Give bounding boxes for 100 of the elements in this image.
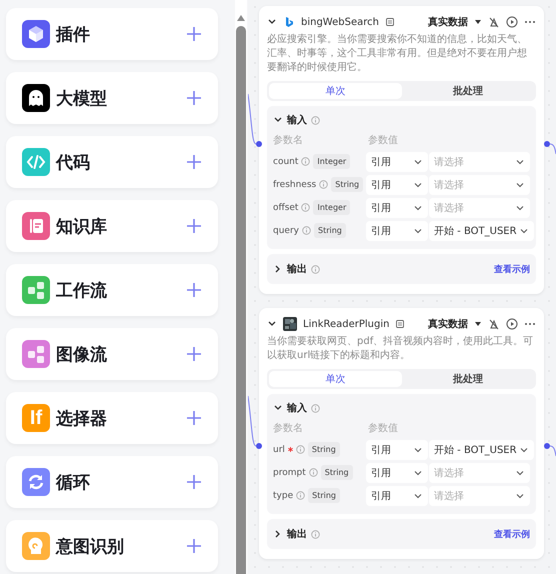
- node-type-card[interactable]: 插件: [6, 8, 218, 60]
- connection-line: [550, 446, 556, 456]
- data-source-dropdown[interactable]: 真实数据: [428, 15, 468, 29]
- if-icon: If: [22, 404, 50, 432]
- source-dropdown[interactable]: 引用: [366, 174, 428, 194]
- input-port[interactable]: [256, 443, 262, 449]
- info-icon: [301, 157, 310, 166]
- add-icon[interactable]: [186, 538, 202, 554]
- add-icon[interactable]: [186, 26, 202, 42]
- info-icon: [296, 491, 306, 500]
- add-icon[interactable]: [186, 90, 202, 106]
- info-icon: [308, 468, 318, 477]
- save-icon: [395, 319, 406, 329]
- info-icon: [301, 203, 310, 212]
- param-name: count: [273, 156, 298, 166]
- node-type-label: 插件: [56, 24, 91, 46]
- node-description: 当你需要获取网页、pdf、抖音视频内容时，使用此工具。可以获取url链接下的标题和内容。: [267, 335, 534, 363]
- source-dropdown[interactable]: 引用: [366, 440, 428, 460]
- type-tag: String: [314, 223, 346, 238]
- run-icon: [506, 318, 518, 330]
- node-type-card[interactable]: If 选择器: [6, 392, 218, 444]
- mode-tab[interactable]: 批处理: [402, 371, 534, 387]
- value-dropdown[interactable]: 开始 - BOT_USER: [429, 220, 534, 240]
- param-name: freshness: [273, 180, 316, 190]
- node-type-card[interactable]: 工作流: [6, 264, 218, 316]
- run-icon: [506, 16, 518, 28]
- type-tag: String: [320, 465, 353, 480]
- source-dropdown[interactable]: 引用: [366, 462, 428, 482]
- node-type-card[interactable]: 图像流: [6, 328, 218, 380]
- node-description: 必应搜索引擎。当你需要搜索你不知道的信息，比如天气、汇率、时事等，这个工具非常有用。但是绝对不要在用户想要翻译的时候使用它。: [267, 33, 528, 75]
- column-header: 参数名: [273, 134, 304, 147]
- column-header: 参数值: [368, 134, 399, 147]
- node-type-card[interactable]: 代码: [6, 136, 218, 188]
- type-tag: Integer: [313, 200, 350, 215]
- info-icon: [311, 264, 320, 274]
- param-name: prompt: [273, 468, 306, 478]
- node-type-label: 大模型: [56, 88, 108, 110]
- info-icon: [296, 445, 305, 454]
- source-dropdown[interactable]: 引用: [366, 486, 428, 506]
- node-title: bingWebSearch: [301, 16, 379, 28]
- caret-icon: [474, 320, 482, 328]
- add-icon[interactable]: [186, 410, 202, 426]
- param-name: type: [273, 490, 294, 500]
- add-icon[interactable]: [186, 218, 202, 234]
- node-type-label: 图像流: [56, 344, 108, 366]
- scroll-up-arrow-icon[interactable]: [236, 14, 246, 22]
- add-icon[interactable]: [186, 346, 202, 362]
- mode-tab[interactable]: 批处理: [402, 83, 534, 99]
- node-type-label: 选择器: [56, 408, 108, 430]
- info-icon: [311, 404, 320, 412]
- cloud-slash-icon: [488, 16, 500, 28]
- add-icon[interactable]: [186, 474, 202, 490]
- view-example-link[interactable]: 查看示例: [494, 528, 530, 540]
- type-tag: String: [308, 442, 340, 457]
- param-name: url: [273, 444, 285, 454]
- column-header: 参数名: [273, 422, 304, 435]
- param-name: offset: [273, 202, 298, 212]
- node-type-label: 意图识别: [56, 536, 125, 558]
- caret-icon: [474, 18, 482, 26]
- section-title: 输出: [287, 528, 307, 541]
- type-tag: String: [331, 177, 364, 192]
- add-icon[interactable]: [186, 282, 202, 298]
- type-tag: String: [308, 488, 340, 503]
- node-type-label: 知识库: [56, 216, 108, 238]
- source-dropdown[interactable]: 引用: [366, 198, 428, 218]
- view-example-link[interactable]: 查看示例: [494, 262, 530, 276]
- value-dropdown[interactable]: 开始 - BOT_USER: [429, 440, 534, 460]
- info-icon: [302, 226, 311, 235]
- cloud-slash-icon: [488, 318, 500, 330]
- node-type-card[interactable]: 意图识别: [6, 520, 218, 572]
- connection-line: [248, 94, 256, 144]
- connection-line: [550, 144, 556, 154]
- input-port[interactable]: [256, 141, 262, 147]
- type-tag: Integer: [313, 154, 350, 169]
- node-type-label: 循环: [56, 472, 91, 494]
- node-title: LinkReaderPlugin: [303, 318, 390, 330]
- node-type-label: 工作流: [56, 280, 108, 302]
- add-icon[interactable]: [186, 154, 202, 170]
- node-type-card[interactable]: 循环: [6, 456, 218, 508]
- info-icon: [319, 180, 328, 189]
- node-type-label: 代码: [56, 152, 91, 174]
- mode-tab[interactable]: 单次: [269, 83, 402, 99]
- source-dropdown[interactable]: 引用: [366, 220, 428, 240]
- info-icon: [311, 530, 320, 538]
- node-type-card[interactable]: 大模型: [6, 72, 218, 124]
- output-port[interactable]: [544, 443, 550, 449]
- scrollbar-thumb[interactable]: [236, 26, 246, 574]
- param-name: query: [273, 226, 299, 236]
- connection-line: [248, 396, 256, 446]
- section-title: 输入: [287, 114, 307, 127]
- output-port[interactable]: [544, 141, 550, 147]
- section-title: 输入: [287, 402, 307, 415]
- data-source-dropdown[interactable]: 真实数据: [428, 317, 468, 331]
- mode-tab[interactable]: 单次: [269, 371, 402, 387]
- column-header: 参数值: [368, 422, 399, 435]
- save-icon: [384, 17, 395, 27]
- bing-logo-icon: [283, 16, 295, 28]
- node-type-card[interactable]: 知识库: [6, 200, 218, 252]
- source-dropdown[interactable]: 引用: [366, 152, 428, 172]
- info-icon: [311, 116, 320, 124]
